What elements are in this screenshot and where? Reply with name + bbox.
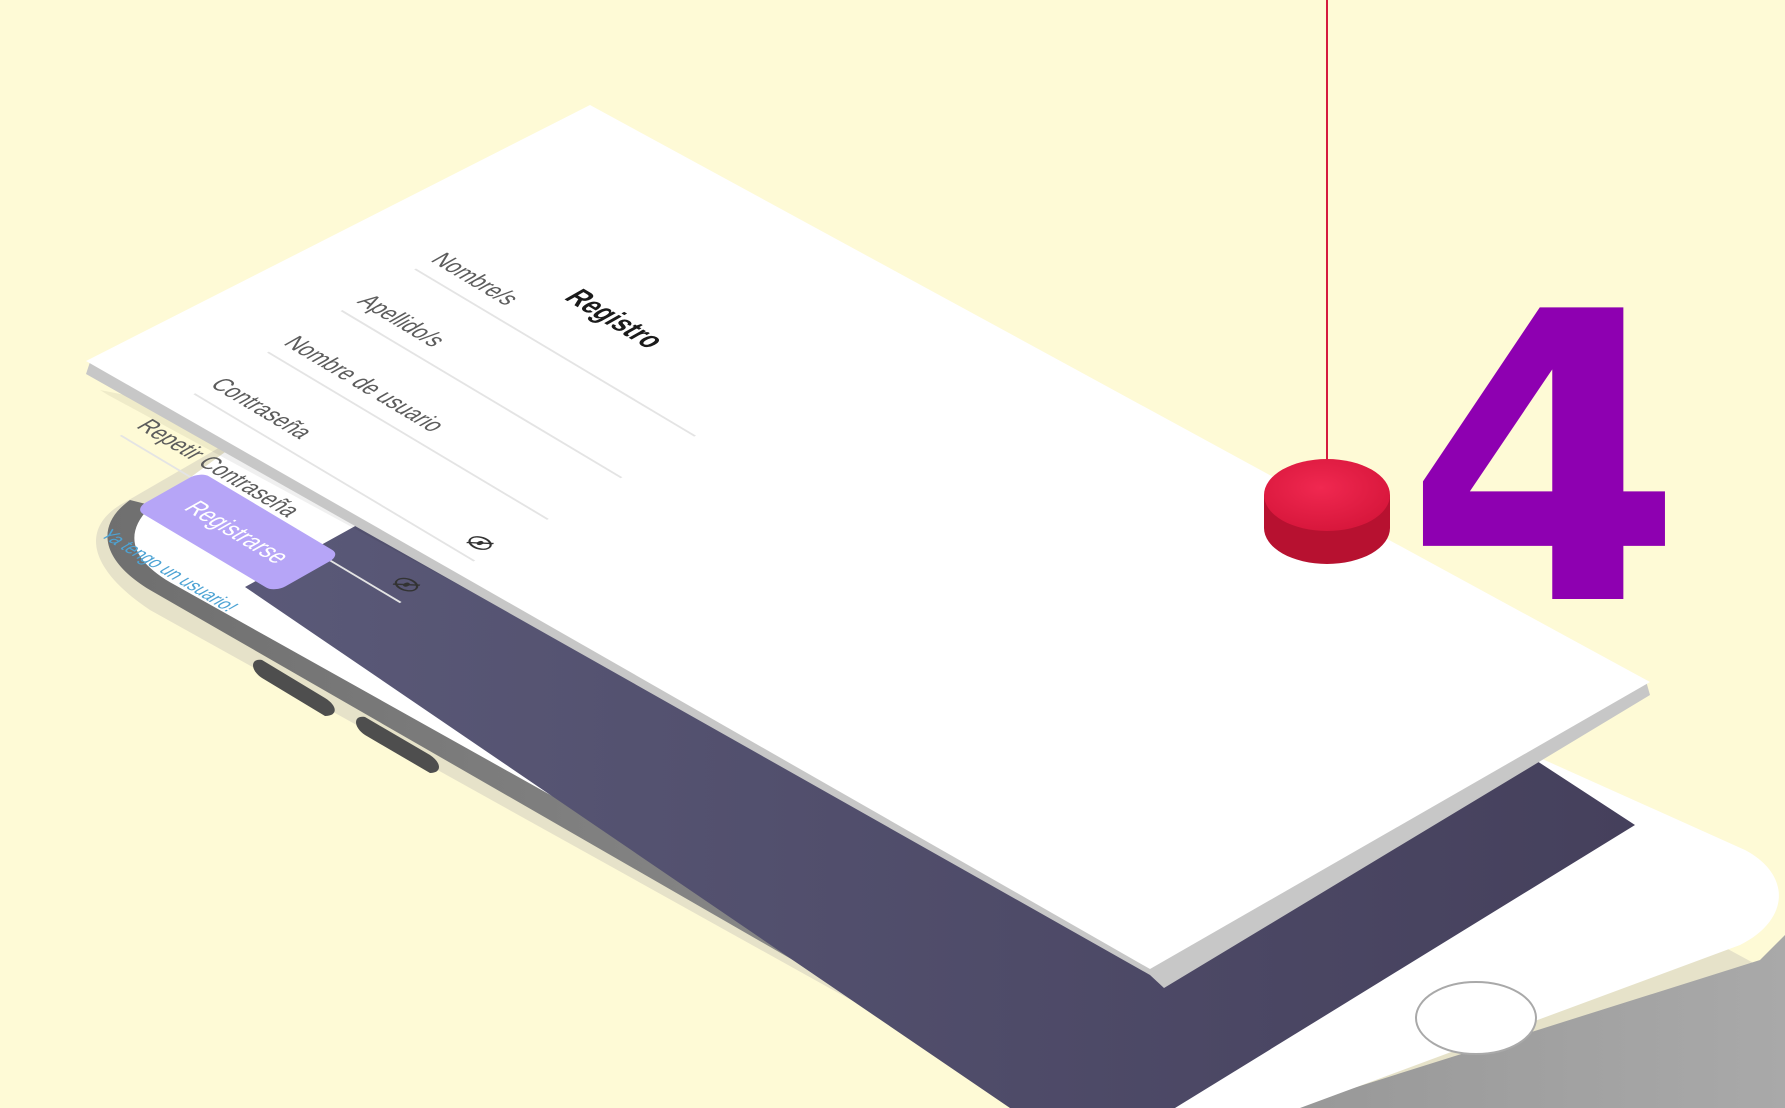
eye-off-icon[interactable] [462, 533, 498, 554]
last-name-placeholder: Apellido/s [350, 290, 453, 351]
marker-disc [1264, 459, 1390, 531]
home-button [1415, 981, 1537, 1055]
eye-off-icon[interactable] [388, 574, 424, 595]
step-number: 4 [1405, 229, 1684, 694]
